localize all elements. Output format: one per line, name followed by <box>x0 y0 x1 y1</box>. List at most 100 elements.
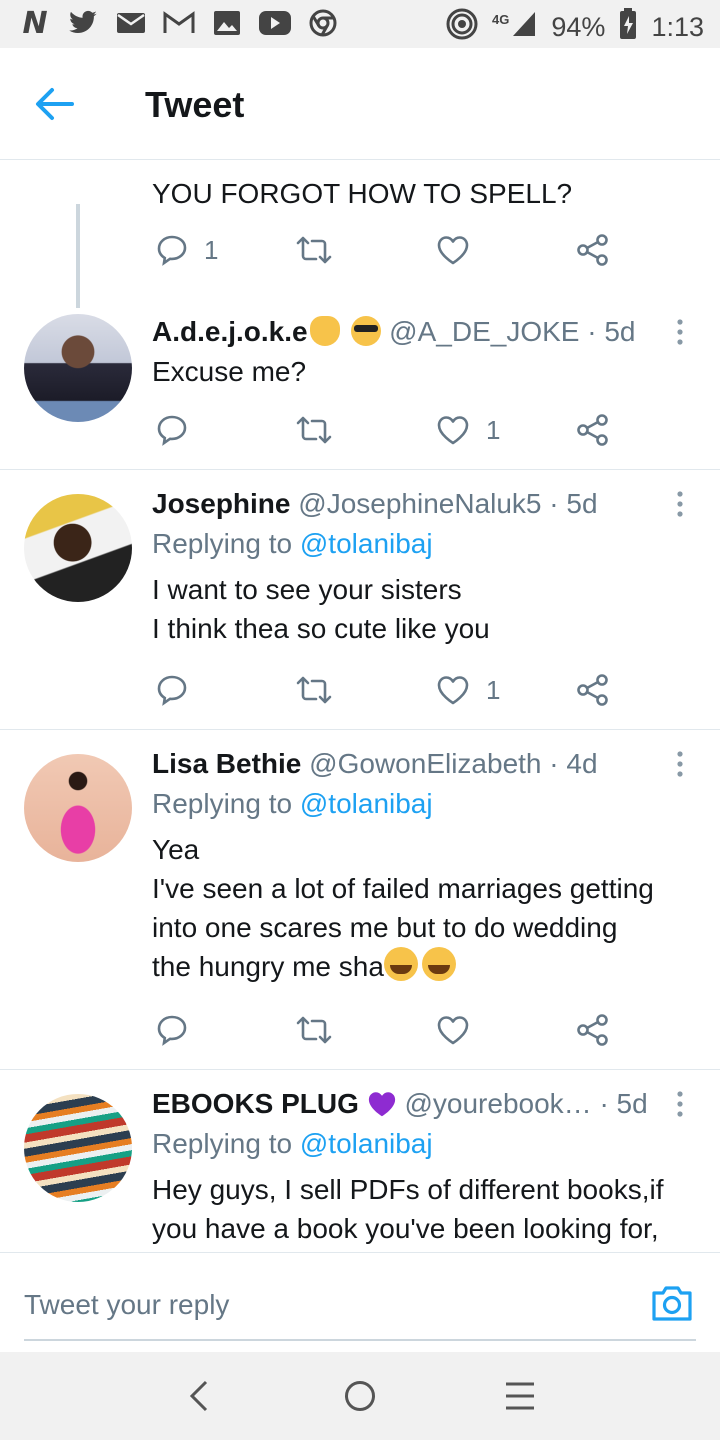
tweet-text: Hey guys, I sell PDFs of different books… <box>152 1170 692 1248</box>
handle: @yourebook… <box>404 1088 592 1119</box>
avatar[interactable] <box>24 1094 132 1202</box>
tweet-actions: 1 <box>152 408 612 452</box>
tweet-feed[interactable]: YOU FORGOT HOW TO SPELL? 1 A.d.e.j.o.k.e… <box>0 160 720 1252</box>
page-title: Tweet <box>145 84 245 125</box>
gmail-icon <box>162 8 196 38</box>
mention-link[interactable]: @tolanibaj <box>300 1128 433 1159</box>
tweet-item[interactable]: Lisa Bethie @GowonElizabeth · 4d Replyin… <box>0 730 720 1070</box>
more-options-icon[interactable] <box>672 316 688 352</box>
handle: @JosephineNaluk5 <box>298 488 542 519</box>
display-name[interactable]: Josephine <box>152 488 290 519</box>
back-arrow-icon[interactable] <box>32 84 76 124</box>
replying-to: Replying to @tolanibaj <box>152 524 692 564</box>
tweet-actions: 1 <box>152 668 612 712</box>
reply-icon <box>157 1015 187 1046</box>
nav-home-icon[interactable] <box>338 1374 382 1418</box>
reply-icon <box>157 415 187 446</box>
reply-button[interactable] <box>156 408 204 452</box>
retweet-button[interactable] <box>296 228 348 272</box>
retweet-icon <box>296 1016 332 1044</box>
reply-button[interactable] <box>156 1008 204 1052</box>
like-button[interactable]: 1 <box>436 668 500 712</box>
retweet-button[interactable] <box>296 408 348 452</box>
tweet-time: · 5d <box>549 488 598 519</box>
nav-recents-icon[interactable] <box>498 1374 542 1418</box>
chrome-icon <box>306 8 340 38</box>
tweet-actions: 1 <box>152 228 612 272</box>
like-count: 1 <box>486 414 501 445</box>
tweet-actions <box>152 1008 612 1052</box>
share-button[interactable] <box>576 668 610 712</box>
display-name[interactable]: Lisa Bethie <box>152 748 301 779</box>
tweet-time: · 5d <box>587 316 636 347</box>
retweet-button[interactable] <box>296 668 348 712</box>
tweet-item[interactable]: EBOOKS PLUG @yourebook… · 5d Replying to… <box>0 1070 720 1252</box>
display-name[interactable]: EBOOKS PLUG <box>152 1088 359 1119</box>
reply-count: 1 <box>204 234 219 265</box>
more-options-icon[interactable] <box>672 748 688 784</box>
tweet-header: EBOOKS PLUG @yourebook… · 5d <box>152 1084 692 1124</box>
retweet-icon <box>296 236 332 264</box>
n-icon: N <box>22 5 48 41</box>
mention-link[interactable]: @tolanibaj <box>300 788 433 819</box>
avatar[interactable] <box>24 314 132 422</box>
like-count: 1 <box>486 674 501 705</box>
tweet-text-line: you have a book you've been looking for, <box>152 1213 659 1244</box>
mail-icon <box>114 8 148 38</box>
tweet-item[interactable]: A.d.e.j.o.k.e @A_DE_JOKE · 5d Excuse me?… <box>0 308 720 470</box>
more-options-icon[interactable] <box>672 1088 688 1124</box>
avatar[interactable] <box>24 494 132 602</box>
clock: 1:13 <box>651 12 704 42</box>
tweet-header: A.d.e.j.o.k.e @A_DE_JOKE · 5d <box>152 312 692 352</box>
youtube-icon <box>258 8 292 38</box>
more-options-icon[interactable] <box>672 488 688 524</box>
tweet-text-line: the hungry me sha <box>152 947 692 986</box>
tweet-header: Lisa Bethie @GowonElizabeth · 4d <box>152 744 692 784</box>
heart-icon <box>437 676 469 705</box>
purple-heart-emoji <box>367 1088 397 1119</box>
nav-back-icon[interactable] <box>178 1374 222 1418</box>
share-button[interactable] <box>576 1008 610 1052</box>
system-nav-bar <box>0 1352 720 1440</box>
ok-hand-emoji <box>309 316 340 346</box>
like-button[interactable] <box>436 228 486 272</box>
avatar[interactable] <box>24 754 132 862</box>
replying-prefix: Replying to <box>152 1128 300 1159</box>
app-header: Tweet <box>0 48 720 160</box>
tweet-item[interactable]: YOU FORGOT HOW TO SPELL? 1 <box>0 160 720 308</box>
tweet-text: YOU FORGOT HOW TO SPELL? <box>152 178 573 209</box>
share-button[interactable] <box>576 228 610 272</box>
retweet-button[interactable] <box>296 1008 348 1052</box>
mention-link[interactable]: @tolanibaj <box>300 528 433 559</box>
tweet-text-line: I've seen a lot of failed marriages gett… <box>152 873 654 904</box>
tweet-text-line: Yea <box>152 834 200 865</box>
share-icon <box>577 674 608 706</box>
share-icon <box>577 1014 608 1046</box>
share-button[interactable] <box>576 408 610 452</box>
twitter-icon <box>66 8 100 38</box>
reply-button[interactable]: 1 <box>156 228 218 272</box>
handle: @GowonElizabeth <box>309 748 542 779</box>
tweet-text-line: into one scares me but to do wedding <box>152 912 618 943</box>
tweet-text: Excuse me? <box>152 356 307 387</box>
camera-icon[interactable] <box>650 1283 694 1323</box>
display-name[interactable]: A.d.e.j.o.k.e <box>152 316 308 347</box>
tweet-text-line: I want to see your sisters <box>152 574 462 605</box>
tweet-text-line-3: the hungry me sha <box>152 951 384 982</box>
share-icon <box>577 414 608 446</box>
grinning-emoji <box>383 947 418 981</box>
battery-percent: 94% <box>551 12 606 42</box>
like-button[interactable]: 1 <box>436 408 500 452</box>
retweet-icon <box>296 676 332 704</box>
replying-prefix: Replying to <box>152 528 300 559</box>
reply-icon <box>157 235 187 266</box>
reply-button[interactable] <box>156 668 204 712</box>
replying-to: Replying to @tolanibaj <box>152 1124 692 1164</box>
tweet-item[interactable]: Josephine @JosephineNaluk5 · 5d Replying… <box>0 470 720 730</box>
handle: @A_DE_JOKE <box>389 316 580 347</box>
reply-input[interactable]: Tweet your reply <box>24 1273 696 1341</box>
battery-icon <box>619 8 637 47</box>
retweet-icon <box>296 416 332 444</box>
replying-to: Replying to @tolanibaj <box>152 784 692 824</box>
like-button[interactable] <box>436 1008 486 1052</box>
